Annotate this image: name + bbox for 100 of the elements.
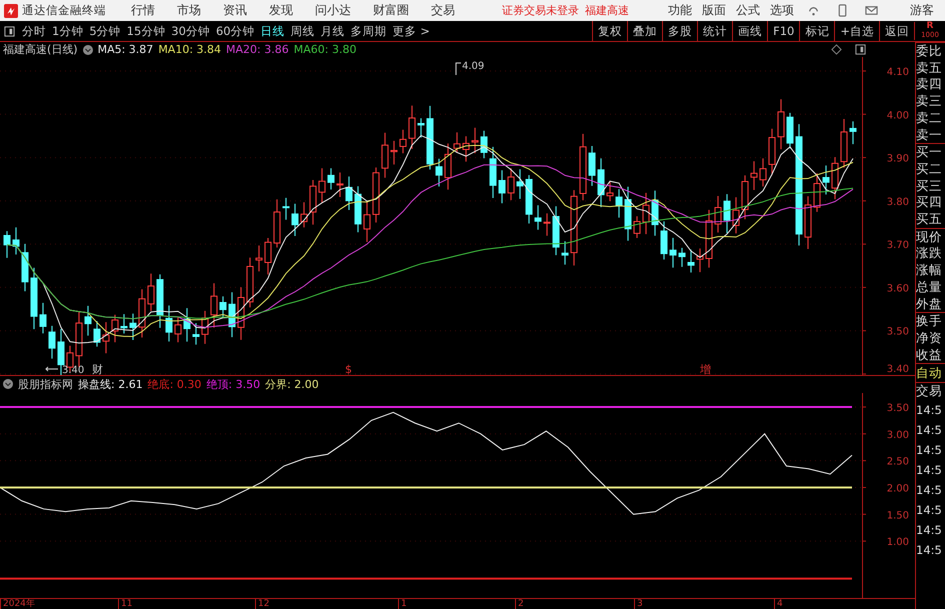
quote-field-label: 卖三	[916, 93, 943, 110]
indicator-tick: 1.50	[886, 510, 909, 521]
event-marker: 财	[92, 363, 103, 376]
trade-time: 14:5	[916, 402, 943, 420]
ma-legend: MA60: 3.80	[294, 43, 356, 56]
quote-field-label: 卖一	[916, 126, 943, 144]
period-tab[interactable]: 分时	[22, 24, 46, 38]
trade-time: 14:5	[916, 462, 943, 480]
user-label[interactable]: 游客	[910, 2, 934, 19]
ma-legend: MA20: 3.86	[226, 43, 289, 56]
period-tab[interactable]: 周线	[290, 24, 315, 38]
period-tab[interactable]: 更多 >	[392, 24, 430, 38]
trade-time: 14:5	[916, 502, 943, 520]
indicator-tick: 1.00	[886, 536, 909, 548]
quote-field-label: 卖二	[916, 110, 943, 127]
quote-field-label: 买一	[916, 143, 945, 161]
menu-item[interactable]: 资讯	[223, 2, 247, 19]
menu-item[interactable]: 问小达	[315, 2, 351, 19]
period-tab[interactable]: 多周期	[350, 24, 387, 38]
period-tab[interactable]: 1分钟	[52, 24, 84, 38]
event-marker: $	[345, 363, 352, 376]
price-tick: 3.70	[886, 240, 909, 252]
indicator-tick: 2.50	[886, 456, 909, 468]
quote-field-label: 买二	[916, 160, 943, 178]
date-tick: 1	[398, 598, 407, 609]
series-legend: 绝底: 0.30	[148, 376, 202, 392]
panel-toggle-icon[interactable]	[4, 26, 15, 36]
price-tick: 4.10	[886, 67, 909, 78]
quote-field-label: 净资	[916, 330, 943, 347]
price-tick: 3.80	[886, 197, 909, 208]
status-notice: 福建高速	[585, 3, 629, 18]
price-tick: 3.40	[886, 364, 909, 376]
phone-icon[interactable]	[836, 4, 849, 17]
menu-item[interactable]: 市场	[177, 2, 201, 19]
price-tick: 3.50	[886, 326, 909, 338]
trade-time: 14:5	[916, 442, 943, 460]
corner-label: R	[926, 22, 934, 31]
price-tick: 4.00	[886, 110, 909, 122]
quote-field-label: 总量	[916, 278, 943, 296]
quote-field-label: 外盘	[916, 296, 943, 312]
period-tab[interactable]: 15分钟	[126, 24, 166, 38]
quote-field-label: 换手	[916, 312, 945, 330]
menu-item[interactable]: 财富圈	[373, 2, 409, 19]
series-legend: 分界: 2.00	[265, 376, 319, 392]
chart-title: 福建高速(日线)	[3, 42, 78, 58]
trade-time: 14:5	[916, 482, 943, 500]
date-tick: 2	[515, 598, 524, 609]
quote-field-label: 交易	[916, 382, 945, 400]
quote-field-label: 买四	[916, 194, 943, 212]
mail-icon[interactable]	[865, 4, 878, 17]
headset-icon[interactable]	[807, 4, 820, 17]
period-tab[interactable]: 日线	[260, 24, 285, 38]
period-tab[interactable]: 月线	[320, 24, 345, 38]
menu-item[interactable]: 选项	[770, 2, 794, 19]
quote-field-label: 收益	[916, 346, 943, 364]
high-price-label: 4.09	[462, 61, 484, 72]
quote-field-label: 委比	[916, 42, 945, 60]
panel-toggle-icon[interactable]	[855, 44, 866, 56]
quote-field-label: 买三	[916, 178, 943, 194]
series-legend: 绝顶: 3.50	[206, 376, 260, 392]
app-logo-icon	[4, 4, 18, 18]
period-tab[interactable]: 60分钟	[216, 24, 255, 38]
price-tick: 3.60	[886, 284, 909, 295]
quote-field-label: 现价	[916, 228, 945, 246]
trade-time: 14:5	[916, 542, 943, 560]
low-pointer-icon	[45, 366, 58, 372]
ma-legend: MA5: 3.87	[98, 43, 154, 56]
date-tick: 2024年	[0, 598, 35, 609]
price-tick: 3.90	[886, 154, 909, 165]
menu-item[interactable]: 交易	[431, 2, 455, 19]
menu-item[interactable]: 版面	[702, 2, 726, 19]
menu-item[interactable]: 发现	[269, 2, 293, 19]
high-pointer-icon	[456, 62, 462, 76]
date-tick: 11	[118, 598, 132, 609]
indicator-tick: 3.50	[886, 402, 909, 414]
quote-field-label: 自动	[916, 363, 945, 382]
date-tick: 12	[255, 598, 270, 609]
date-tick: 4	[774, 598, 783, 609]
dropdown-icon[interactable]	[82, 44, 93, 55]
ma-legend: MA10: 3.84	[158, 43, 222, 56]
period-tab[interactable]: 30分钟	[171, 24, 210, 38]
menu-item[interactable]: 功能	[668, 2, 692, 19]
app-title: 通达信金融终端	[22, 3, 106, 18]
quote-field-label: 卖五	[916, 60, 943, 76]
indicator-tick: 3.00	[886, 429, 909, 440]
quote-field-label: 涨跌	[916, 245, 943, 262]
menu-item[interactable]: 行情	[131, 2, 155, 19]
trade-time: 14:5	[916, 422, 943, 440]
diamond-icon[interactable]	[831, 44, 842, 56]
menu-item[interactable]: 公式	[736, 2, 760, 19]
quote-field-label: 卖四	[916, 76, 943, 94]
quote-field-label: 买五	[916, 211, 943, 228]
dropdown-icon[interactable]	[3, 379, 13, 390]
trade-time: 14:5	[916, 522, 943, 540]
period-tab[interactable]: 5分钟	[89, 24, 121, 38]
quote-field-label: 涨幅	[916, 262, 943, 279]
status-notice: 证券交易未登录	[502, 3, 579, 18]
series-legend: 操盘线: 2.61	[78, 376, 143, 392]
event-marker: 增	[700, 363, 711, 376]
indicator-tick: 2.00	[886, 482, 909, 494]
